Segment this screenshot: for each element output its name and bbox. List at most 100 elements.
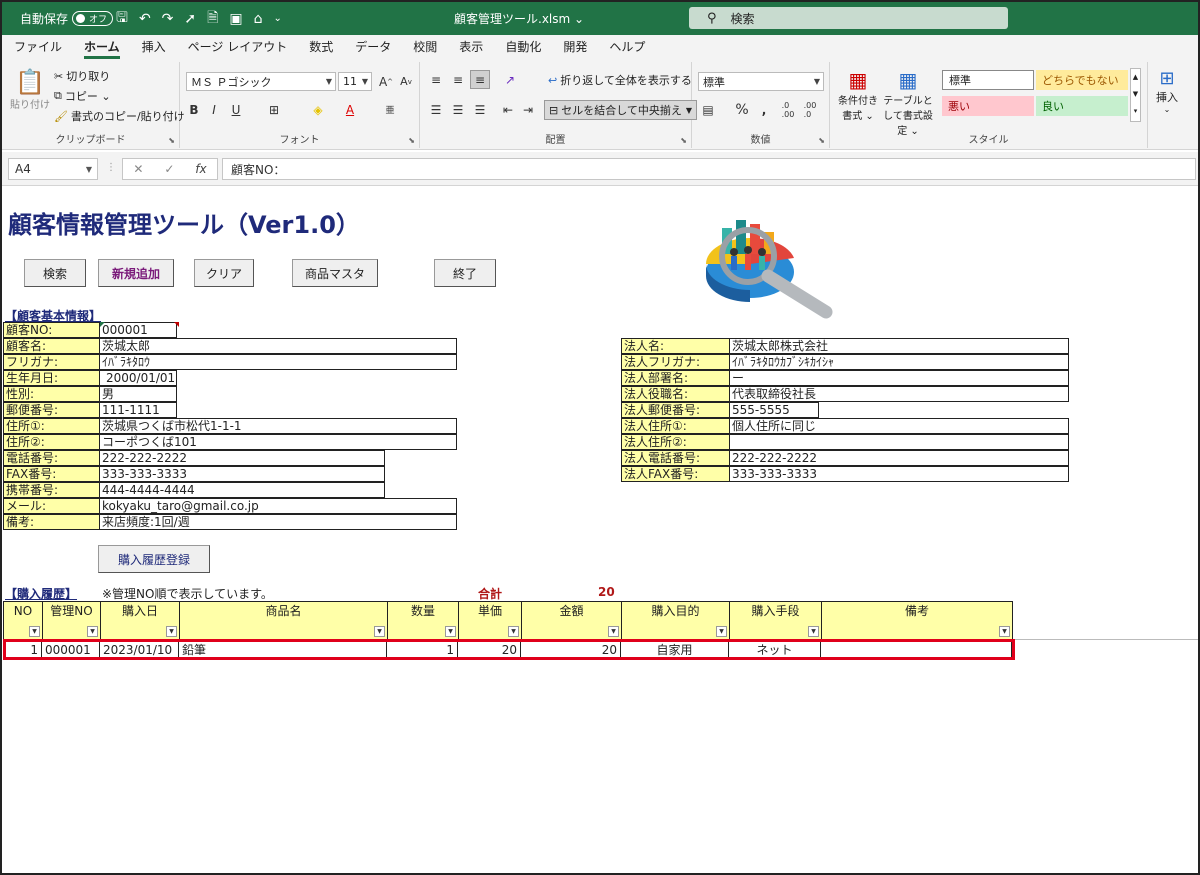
product-master-button[interactable]: 商品マスタ bbox=[292, 259, 378, 287]
filter-dropdown-icon[interactable]: ▼ bbox=[508, 626, 519, 637]
document-icon[interactable]: 🗎 bbox=[207, 7, 218, 31]
field-value[interactable]: 個人住所に同じ bbox=[729, 418, 1069, 434]
field-value[interactable]: 男 bbox=[99, 386, 177, 402]
field-value[interactable]: コーポつくば101 bbox=[99, 434, 457, 450]
style-normal[interactable]: 標準 bbox=[942, 70, 1034, 90]
search-box[interactable]: ⚲ 検索 bbox=[689, 7, 1008, 29]
save-icon[interactable]: 🖫 bbox=[116, 7, 128, 31]
shrink-font-icon[interactable]: Av bbox=[396, 72, 416, 91]
copy-button[interactable]: ⧉ コピー ⌄ bbox=[54, 88, 111, 104]
field-value[interactable]: kokyaku_taro@gmail.co.jp bbox=[99, 498, 457, 514]
search-button[interactable]: 検索 bbox=[24, 259, 86, 287]
field-value[interactable]: 000001 bbox=[99, 322, 177, 338]
field-value[interactable]: 555-5555 bbox=[729, 402, 819, 418]
decrease-decimal-icon[interactable]: .00.0 bbox=[800, 100, 820, 119]
align-left-icon[interactable]: ☰ bbox=[426, 100, 446, 119]
grow-font-icon[interactable]: A ^ bbox=[376, 72, 396, 91]
field-value[interactable]: 111-1111 bbox=[99, 402, 177, 418]
align-top-icon[interactable]: ≡ bbox=[426, 70, 446, 89]
bold-icon[interactable]: B bbox=[184, 100, 204, 119]
field-value[interactable] bbox=[729, 434, 1069, 450]
font-size-select[interactable]: 11 ▼ bbox=[338, 72, 372, 91]
dialog-launcher-icon[interactable]: ⬊ bbox=[168, 136, 175, 145]
style-neutral[interactable]: どちらでもない bbox=[1036, 70, 1128, 90]
filter-dropdown-icon[interactable]: ▼ bbox=[166, 626, 177, 637]
font-name-select[interactable]: ＭＳ Ｐゴシック ▼ bbox=[186, 72, 336, 91]
field-value[interactable]: ｲﾊﾞﾗｷﾀﾛｳ bbox=[99, 354, 457, 370]
clear-button[interactable]: クリア bbox=[194, 259, 254, 287]
field-value[interactable]: 222-222-2222 bbox=[729, 450, 1069, 466]
field-value[interactable]: 444-4444-4444 bbox=[99, 482, 385, 498]
filter-dropdown-icon[interactable]: ▼ bbox=[87, 626, 98, 637]
field-value[interactable]: ー bbox=[729, 370, 1069, 386]
field-value[interactable]: 茨城県つくば市松代1-1-1 bbox=[99, 418, 457, 434]
tab-data[interactable]: データ bbox=[355, 35, 391, 60]
filter-dropdown-icon[interactable]: ▼ bbox=[716, 626, 727, 637]
formula-input[interactable]: 顧客NO： bbox=[222, 158, 1196, 180]
paste-button[interactable]: 📋 貼り付け bbox=[10, 68, 50, 111]
tab-help[interactable]: ヘルプ bbox=[609, 35, 645, 60]
decrease-indent-icon[interactable]: ⇤ bbox=[498, 100, 518, 119]
tab-page-layout[interactable]: ページ レイアウト bbox=[188, 35, 288, 60]
tab-file[interactable]: ファイル bbox=[14, 35, 62, 60]
underline-icon[interactable]: U bbox=[226, 100, 246, 119]
filter-dropdown-icon[interactable]: ▼ bbox=[29, 626, 40, 637]
field-value[interactable]: 代表取締役社長 bbox=[729, 386, 1069, 402]
cancel-icon[interactable]: ✕ bbox=[133, 162, 143, 176]
undo-icon[interactable]: ↶ bbox=[139, 11, 151, 27]
format-painter-button[interactable]: 🖌 書式のコピー/貼り付け bbox=[54, 108, 185, 124]
align-right-icon[interactable]: ☰ bbox=[470, 100, 490, 119]
align-center-icon[interactable]: ☰ bbox=[448, 100, 468, 119]
field-value[interactable]: 茨城太郎株式会社 bbox=[729, 338, 1069, 354]
number-format-select[interactable]: 標準 ▼ bbox=[698, 72, 824, 91]
orientation-icon[interactable]: ↗ bbox=[500, 70, 520, 89]
increase-indent-icon[interactable]: ⇥ bbox=[518, 100, 538, 119]
name-box[interactable]: A4 ▼ bbox=[8, 158, 98, 180]
tab-review[interactable]: 校閲 bbox=[413, 35, 437, 60]
tab-formulas[interactable]: 数式 bbox=[309, 35, 333, 60]
form-icon[interactable]: ▣ bbox=[229, 11, 242, 27]
redo-icon[interactable]: ↷ bbox=[162, 11, 174, 27]
add-new-button[interactable]: 新規追加 bbox=[98, 259, 174, 287]
insert-cells-button[interactable]: ⊞ 挿入 ⌄ bbox=[1156, 68, 1178, 114]
tab-home[interactable]: ホーム bbox=[84, 35, 120, 60]
dialog-launcher-icon[interactable]: ⬊ bbox=[818, 136, 825, 145]
filter-dropdown-icon[interactable]: ▼ bbox=[808, 626, 819, 637]
customize-qat-icon[interactable]: ⌄ bbox=[274, 13, 282, 24]
format-as-table-button[interactable]: ▦ テーブルとして書式設定 ⌄ bbox=[880, 68, 936, 137]
filter-dropdown-icon[interactable]: ▼ bbox=[374, 626, 385, 637]
style-bad[interactable]: 悪い bbox=[942, 96, 1034, 116]
field-value[interactable]: 2000/01/01 bbox=[99, 370, 177, 386]
exit-button[interactable]: 終了 bbox=[434, 259, 496, 287]
field-value[interactable]: 333-333-3333 bbox=[729, 466, 1069, 482]
filter-dropdown-icon[interactable]: ▼ bbox=[608, 626, 619, 637]
increase-decimal-icon[interactable]: .0.00 bbox=[778, 100, 798, 119]
field-value[interactable]: ｲﾊﾞﾗｷﾀﾛｳｶﾌﾞｼｷｶｲｼｬ bbox=[729, 354, 1069, 370]
filter-dropdown-icon[interactable]: ▼ bbox=[999, 626, 1010, 637]
tab-insert[interactable]: 挿入 bbox=[142, 35, 166, 60]
currency-icon[interactable]: ▤ bbox=[698, 100, 718, 119]
styles-gallery-scroll[interactable]: ▲ ▼ ▾ bbox=[1130, 68, 1141, 122]
window-title[interactable]: 顧客管理ツール.xlsm ⌄ bbox=[454, 10, 584, 27]
function-icon[interactable]: fx bbox=[195, 162, 206, 176]
field-value[interactable]: 222-222-2222 bbox=[99, 450, 385, 466]
dialog-launcher-icon[interactable]: ⬊ bbox=[408, 136, 415, 145]
filter-dropdown-icon[interactable]: ▼ bbox=[445, 626, 456, 637]
wrap-text-button[interactable]: ↩ 折り返して全体を表示する bbox=[548, 72, 692, 88]
cut-button[interactable]: ✂ 切り取り bbox=[54, 68, 110, 84]
splitter-icon[interactable]: ⋮ bbox=[106, 162, 116, 173]
fill-color-icon[interactable]: ◈ bbox=[308, 100, 328, 119]
percent-icon[interactable]: % bbox=[732, 100, 752, 119]
field-value[interactable]: 茨城太郎 bbox=[99, 338, 457, 354]
align-middle-icon[interactable]: ≡ bbox=[448, 70, 468, 89]
style-good[interactable]: 良い bbox=[1036, 96, 1128, 116]
phonetic-icon[interactable]: 亜 bbox=[380, 100, 400, 119]
field-value[interactable]: 333-333-3333 bbox=[99, 466, 385, 482]
italic-icon[interactable]: I bbox=[204, 100, 224, 119]
align-bottom-icon[interactable]: ≡ bbox=[470, 70, 490, 89]
dialog-launcher-icon[interactable]: ⬊ bbox=[680, 136, 687, 145]
lock-icon[interactable]: ⌂ bbox=[254, 11, 263, 27]
field-value[interactable]: 来店頻度:1回/週 bbox=[99, 514, 457, 530]
tab-automate[interactable]: 自動化 bbox=[505, 35, 541, 60]
tab-developer[interactable]: 開発 bbox=[563, 35, 587, 60]
